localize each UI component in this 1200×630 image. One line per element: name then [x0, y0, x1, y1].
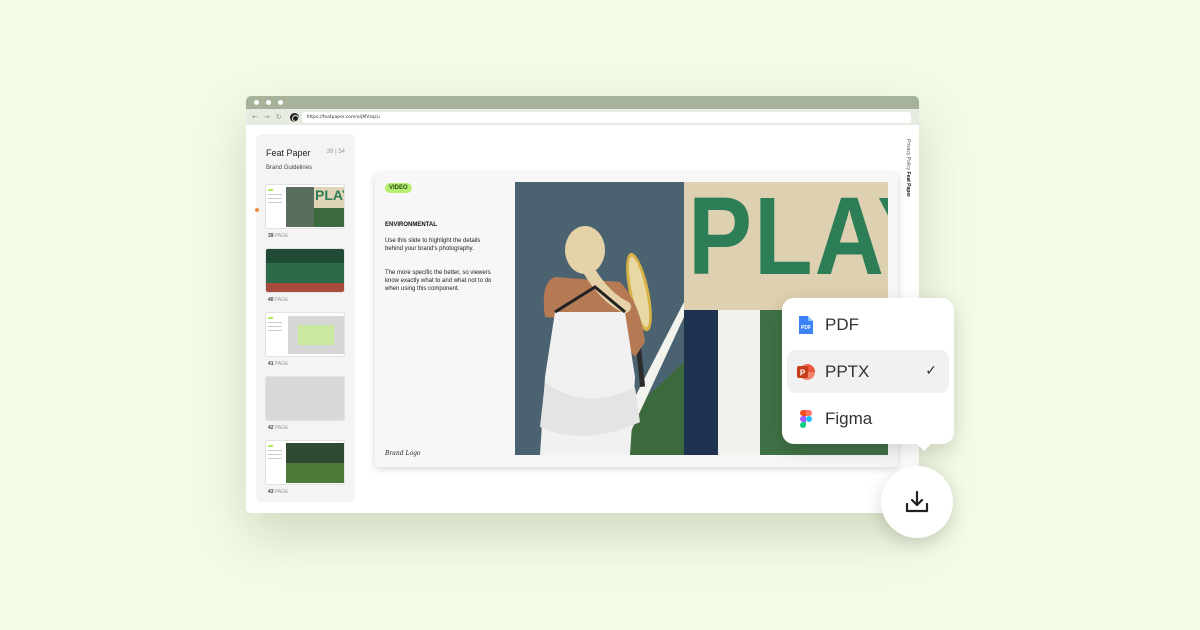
slide-paragraph-1: Use this slide to highlight the details …: [385, 238, 481, 252]
export-option-pdf[interactable]: PDF PDF: [787, 303, 949, 346]
side-credits: Privacy Policy Feat Paper: [905, 139, 911, 197]
nav-buttons: ← → ↻: [252, 113, 282, 121]
globe-icon: [289, 112, 299, 122]
forward-arrow-icon[interactable]: →: [264, 113, 270, 121]
thumbnail-photo-text: PLAY: [315, 187, 344, 203]
thumbnail-label: 40 PAGE: [268, 297, 289, 303]
thumbnail-label: 43 PAGE: [268, 489, 289, 495]
thumbnail-text-lines: [268, 189, 282, 206]
tennis-player-illustration: [540, 226, 684, 455]
thumbnail-photo: [286, 187, 314, 227]
sidebar-title: Feat Paper: [266, 148, 311, 158]
page-counter: 39 | 54: [326, 149, 345, 155]
back-arrow-icon[interactable]: ←: [252, 113, 258, 121]
slide-paragraph-2: The more specific the better, so viewers…: [385, 270, 492, 292]
export-option-pptx[interactable]: P PPTX ✓: [787, 350, 949, 393]
slide-thumbnail-40[interactable]: [265, 248, 345, 293]
slide-thumbnail-41[interactable]: [265, 312, 345, 357]
export-option-figma[interactable]: Figma: [787, 397, 949, 440]
brand-logo: Brand Logo: [385, 450, 421, 457]
window-close-dot[interactable]: [254, 100, 259, 105]
url-field[interactable]: https://featpaper.com/e/jMVzqcu: [301, 111, 911, 123]
window-maximize-dot[interactable]: [278, 100, 283, 105]
slide-thumbnail-42[interactable]: [265, 376, 345, 421]
window-titlebar: [246, 96, 919, 109]
sidebar-subtitle: Brand Guidelines: [266, 165, 313, 171]
address-bar: ← → ↻ https://featpaper.com/e/jMVzqcu: [246, 109, 919, 125]
slide-thumbnail-39[interactable]: PLAY: [265, 184, 345, 229]
play-painted-text: PLAY: [688, 182, 888, 299]
pdf-file-icon: PDF: [797, 315, 815, 334]
svg-text:PDF: PDF: [801, 325, 811, 331]
figma-icon: [797, 409, 815, 428]
window-minimize-dot[interactable]: [266, 100, 271, 105]
thumbnail-photo: [314, 208, 344, 227]
privacy-policy-link[interactable]: Privacy Policy: [905, 139, 911, 170]
option-label: PDF: [825, 314, 859, 334]
powerpoint-icon: P: [797, 363, 815, 381]
active-page-indicator: [255, 208, 259, 212]
download-button[interactable]: [881, 466, 953, 538]
reload-icon[interactable]: ↻: [276, 113, 282, 121]
thumbnail-text-lines: [268, 445, 282, 462]
thumbnail-photo: [286, 463, 344, 483]
brand-credit: Feat Paper: [905, 171, 911, 198]
slide-sidebar: Feat Paper 39 | 54 Brand Guidelines PLAY…: [255, 134, 355, 502]
court-white-stripe: [718, 310, 760, 455]
check-icon: ✓: [925, 363, 937, 379]
thumbnail-photo: [266, 249, 344, 263]
video-badge: VIDEO: [385, 183, 412, 193]
thumbnail-label: 42 PAGE: [268, 425, 289, 431]
thumbnail-label: 39 PAGE: [268, 233, 289, 239]
option-label: Figma: [825, 408, 873, 428]
thumbnail-label: 41 PAGE: [268, 361, 289, 367]
tennis-player-photo: [515, 182, 684, 455]
thumbnail-text-lines: [268, 317, 282, 334]
svg-text:P: P: [800, 368, 806, 377]
thumbnail-photo: [266, 263, 344, 283]
download-icon: [905, 490, 929, 513]
court-blue-stripe: [684, 310, 718, 455]
thumbnail-photo: [266, 283, 344, 292]
slide-thumbnail-43[interactable]: [265, 440, 345, 485]
export-format-menu: PDF PDF P PPTX ✓ Figma: [782, 298, 954, 451]
slide-heading: ENVIRONMENTAL: [385, 222, 437, 228]
thumbnail-color-swatch: [298, 325, 334, 345]
option-label: PPTX: [825, 361, 870, 381]
